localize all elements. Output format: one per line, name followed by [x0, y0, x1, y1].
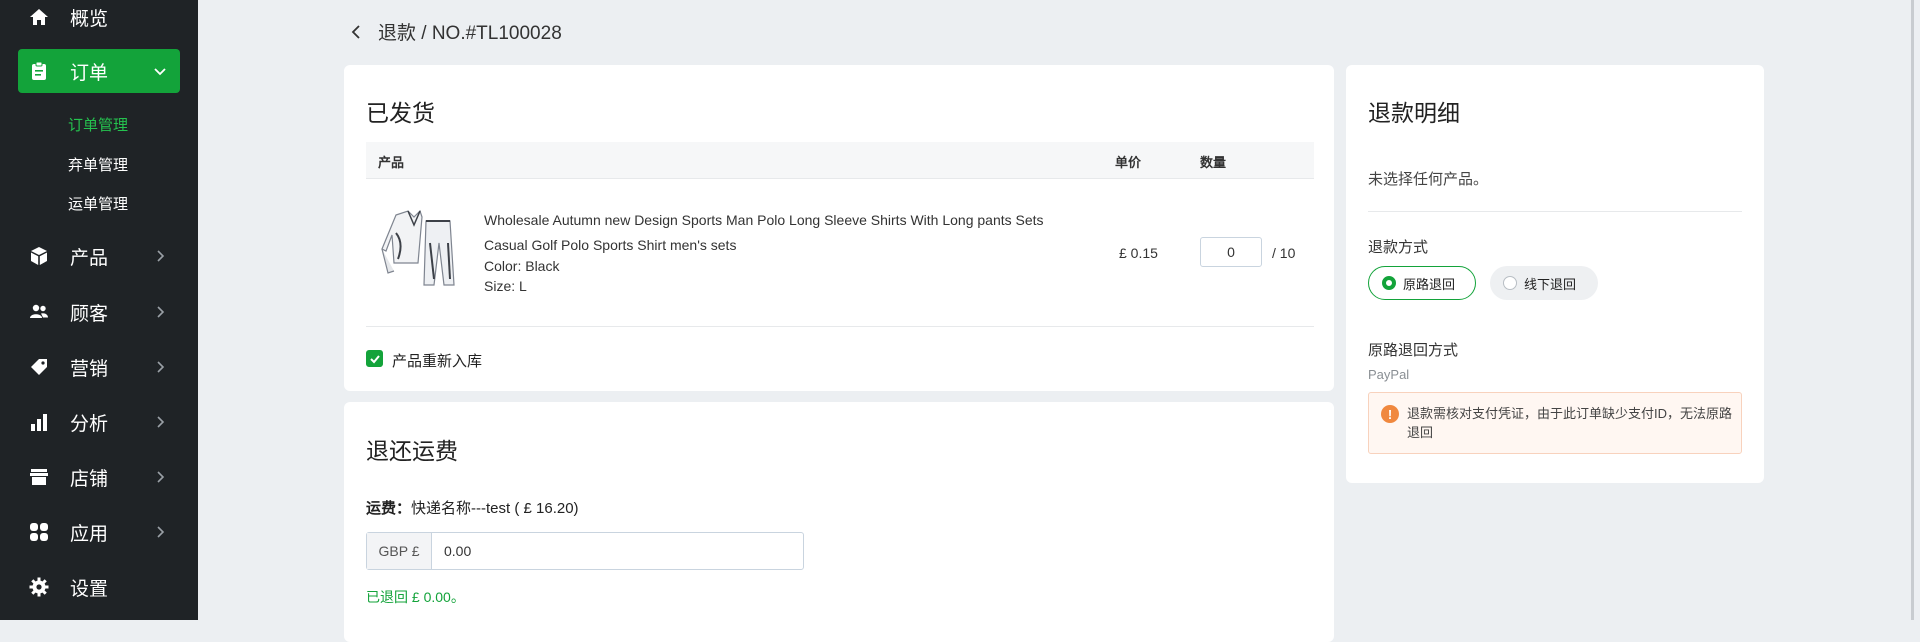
chevron-right-icon	[157, 471, 165, 483]
shipping-fee-label: 运费：	[366, 500, 412, 517]
home-icon	[28, 6, 50, 28]
sidebar-item-label: 产品	[70, 247, 109, 269]
sidebar-item-label: 顾客	[70, 303, 109, 325]
gear-icon	[28, 576, 50, 598]
scrollbar-thumb[interactable]	[1911, 0, 1914, 620]
product-name[interactable]: Wholesale Autumn new Design Sports Man P…	[484, 208, 1064, 258]
refund-method-option-label: 原路退回	[1403, 276, 1456, 292]
chevron-right-icon	[157, 250, 165, 262]
sidebar-item-label: 营销	[70, 358, 109, 380]
product-name-line2: Casual Golf Polo Sports Shirt men's sets	[484, 237, 737, 253]
sidebar-sub-abandoned-orders[interactable]: 弃单管理	[68, 154, 128, 175]
chevron-right-icon	[157, 361, 165, 373]
product-color: Color: Black	[484, 258, 560, 274]
sidebar-item-customers[interactable]: 顾客	[18, 290, 180, 334]
refund-method-offline-option[interactable]: 线下退回	[1490, 266, 1598, 300]
sidebar-sub-shipments[interactable]: 运单管理	[68, 193, 128, 214]
bar-chart-icon	[28, 411, 50, 433]
shipped-title: 已发货	[366, 100, 435, 126]
sidebar-item-label: 分析	[70, 413, 109, 435]
users-icon	[28, 301, 50, 323]
sidebar-item-label: 店铺	[70, 468, 109, 490]
sidebar-item-label: 订单	[70, 62, 109, 84]
sidebar: 概览 订单 订单管理 弃单管理 运单管理 产品 顾客 营销 分析 店铺 应用 设…	[0, 0, 198, 620]
sidebar-item-apps[interactable]: 应用	[18, 510, 180, 554]
sidebar-item-store[interactable]: 店铺	[18, 455, 180, 499]
shipping-refund-title: 退还运费	[366, 438, 458, 464]
sidebar-item-label: 应用	[70, 523, 109, 545]
restock-checkbox[interactable]	[366, 350, 383, 367]
column-unit-price: 单价	[1115, 155, 1142, 170]
shipped-card: 已发货 产品 单价 数量 Wholesale Autumn new Design…	[344, 65, 1334, 391]
shipping-refund-amount-field[interactable]: GBP £ 0.00	[366, 532, 804, 570]
chevron-right-icon	[157, 526, 165, 538]
refund-detail-title: 退款明细	[1368, 100, 1460, 126]
sidebar-sub-order-management[interactable]: 订单管理	[68, 114, 128, 135]
column-product: 产品	[378, 155, 405, 170]
no-product-selected-text: 未选择任何产品。	[1368, 171, 1489, 188]
refund-quantity-input[interactable]: 0	[1200, 237, 1262, 267]
page-scrollbar[interactable]	[1906, 0, 1920, 620]
refund-warning-text: 退款需核对支付凭证，由于此订单缺少支付ID，无法原路退回	[1407, 406, 1733, 440]
quantity-total: / 10	[1272, 245, 1296, 261]
radio-unselected-icon	[1503, 276, 1517, 290]
product-name-line1: Wholesale Autumn new Design Sports Man P…	[484, 212, 1044, 228]
shipping-refund-card: 退还运费 运费：快递名称---test ( £ 16.20) GBP £ 0.0…	[344, 402, 1334, 642]
breadcrumb: 退款 / NO.#TL100028	[346, 18, 562, 45]
breadcrumb-text: 退款 / NO.#TL100028	[378, 23, 562, 44]
original-method-label: 原路退回方式	[1368, 342, 1459, 359]
clipboard-icon	[28, 60, 50, 82]
sidebar-item-marketing[interactable]: 营销	[18, 345, 180, 389]
refund-method-option-label: 线下退回	[1524, 276, 1577, 292]
sidebar-item-settings[interactable]: 设置	[18, 565, 180, 609]
product-price: £ 0.15	[1119, 245, 1158, 261]
refund-method-label: 退款方式	[1368, 239, 1429, 256]
restock-label[interactable]: 产品重新入库	[392, 350, 482, 371]
divider	[1368, 211, 1742, 212]
checkmark-icon	[369, 354, 380, 363]
back-arrow-icon[interactable]	[346, 22, 366, 42]
apps-icon	[28, 521, 50, 543]
shipping-fee-line: 运费：快递名称---test ( £ 16.20)	[366, 497, 579, 518]
chevron-right-icon	[157, 306, 165, 318]
divider	[366, 326, 1314, 327]
shipping-refund-amount-input[interactable]: 0.00	[432, 533, 471, 569]
refund-warning-alert: ! 退款需核对支付凭证，由于此订单缺少支付ID，无法原路退回	[1368, 392, 1742, 454]
refund-detail-card: 退款明细 未选择任何产品。 退款方式 原路退回 线下退回 原路退回方式 PayP…	[1346, 65, 1764, 483]
table-header: 产品 单价 数量	[366, 142, 1314, 179]
sidebar-item-products[interactable]: 产品	[18, 234, 180, 278]
shipping-fee-value: 快递名称---test ( £ 16.20)	[411, 500, 579, 517]
warning-icon: !	[1381, 405, 1399, 423]
column-quantity: 数量	[1200, 155, 1227, 170]
chevron-down-icon	[154, 68, 166, 76]
product-image	[378, 203, 462, 287]
currency-prefix: GBP £	[367, 533, 432, 569]
refund-method-original-option[interactable]: 原路退回	[1368, 266, 1476, 300]
sidebar-item-overview[interactable]: 概览	[18, 0, 180, 39]
chevron-right-icon	[157, 416, 165, 428]
store-icon	[28, 466, 50, 488]
sidebar-item-analytics[interactable]: 分析	[18, 400, 180, 444]
refunded-amount-text: 已退回 £ 0.00。	[366, 589, 465, 605]
product-size: Size: L	[484, 278, 527, 294]
sidebar-item-label: 概览	[70, 8, 109, 30]
sidebar-item-orders[interactable]: 订单	[18, 49, 180, 93]
radio-selected-icon	[1382, 276, 1396, 290]
payment-channel: PayPal	[1368, 367, 1410, 382]
sidebar-item-label: 设置	[70, 578, 109, 600]
box-icon	[28, 245, 50, 267]
tag-icon	[28, 356, 50, 378]
